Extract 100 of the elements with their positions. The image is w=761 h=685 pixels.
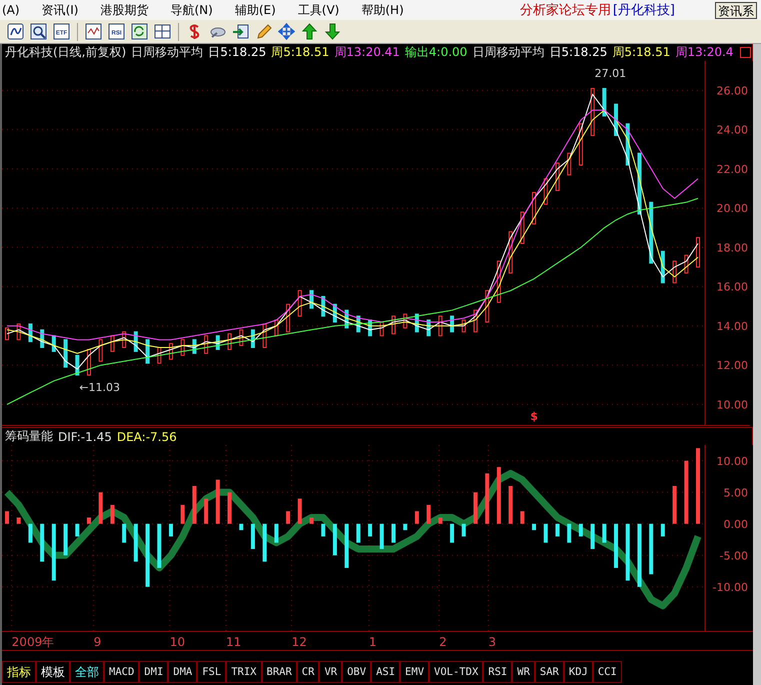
candlestick [380,322,384,336]
candlestick [332,304,337,322]
toolbar-button[interactable] [277,22,296,41]
candlestick [204,335,208,354]
indicator-tab[interactable]: ASI [371,661,400,683]
candlestick [532,192,536,224]
indicator-tab[interactable]: 全部 [70,661,104,683]
candlestick [496,260,501,303]
candlestick [134,331,138,352]
indicator-tab[interactable]: 模板 [36,661,70,683]
toolbar-button[interactable] [323,22,342,41]
toolbar-button[interactable] [84,22,103,41]
candlestick [660,250,665,284]
legend-text: 周5:18.51 [612,44,670,61]
candlestick [520,212,524,244]
candlestick [286,304,290,332]
legend-text: 日周移动平均 [472,44,544,61]
menu-item[interactable]: (A) [0,3,30,17]
indicator-tab[interactable]: VR [319,661,342,683]
indicator-tab[interactable]: FSL [197,661,226,683]
indicator-tab[interactable]: WR [512,661,535,683]
refresh-icon [131,23,148,40]
toolbar-button[interactable] [231,22,250,41]
candlestick [344,310,349,328]
axis-label: 10.00 [716,398,748,412]
candlestick [649,202,654,264]
indicator-tab[interactable]: KDJ [564,661,593,683]
legend-text: 日5:18.25 [208,44,266,61]
date-label: 2 [439,635,447,649]
scrollbar[interactable] [753,44,761,685]
indicator-tab[interactable]: CCI [592,661,622,683]
legend-text: 日5:18.25 [549,44,608,61]
candlestick [590,88,595,136]
menu-item[interactable]: 工具(V) [296,2,350,18]
candlestick [5,327,9,340]
indicator-tab[interactable]: TRIX [226,661,262,683]
axis-label: 18.00 [716,241,748,254]
candlestick [40,329,44,348]
candlestick [180,339,185,356]
candlestick [157,347,162,364]
date-label: 10 [170,635,186,649]
indicator-tab[interactable]: RSI [483,661,512,683]
axis-label: -10.00 [712,580,748,594]
indicator-tab[interactable]: MACD [104,661,140,683]
info-button[interactable]: 资讯系 [715,2,757,18]
menu-item[interactable]: 资讯(I) [40,2,88,18]
candlestick [28,323,32,342]
indicator-tab[interactable]: BRAR [262,661,297,683]
grid-icon [154,23,171,40]
indicator-tab[interactable]: SAR [534,661,564,683]
toolbar-button[interactable] [153,22,172,41]
axis-label: 14.00 [716,320,748,333]
candlestick [672,260,677,284]
candlestick [274,320,278,336]
legend-text: 丹化科技(日线,前复权) [5,44,126,61]
date-label: 12 [292,635,307,649]
menu-item[interactable]: 帮助(H) [359,2,414,18]
candlestick [216,335,220,350]
square-icon [740,47,752,58]
indicator-tab[interactable]: CR [296,661,320,683]
indicator-tab[interactable]: 指标 [2,661,36,683]
indicator-tab[interactable]: OBV [342,661,372,683]
menu-item[interactable]: 港股期货 [98,2,158,18]
axis-label: 12.00 [716,359,748,372]
menu-item[interactable]: 辅助(E) [232,2,286,18]
toolbar-button[interactable] [6,22,25,41]
candlestick [637,152,642,215]
indicator-tab[interactable]: DMI [139,661,168,683]
candlestick [403,314,408,328]
menu-item[interactable]: 导航(N) [168,2,223,18]
legend-text: 周13:20.4 [675,44,734,61]
toolbar-button[interactable] [300,22,319,41]
legend-text: DEA:-7.56 [116,430,177,444]
app-title: 分析家论坛专用 [520,2,611,19]
candlestick [310,290,314,309]
candlestick [602,88,606,116]
legend-text: 日周移动平均 [131,44,204,61]
candlestick [414,314,419,332]
axis-label: 26.00 [716,84,748,98]
date-label: 3 [488,635,496,649]
toolbar-button[interactable] [130,22,149,41]
toolbar-button[interactable] [29,22,48,41]
candlestick [426,320,431,336]
candlestick [578,123,583,166]
candlestick [508,231,513,274]
up-arrow-icon [301,23,318,40]
candlestick [696,237,700,268]
indicator-tab[interactable]: EMV [400,661,430,683]
candlestick [122,331,126,348]
candlestick [473,310,478,332]
date-label: 9 [94,635,102,649]
price-annotation: 27.01 [594,66,626,80]
axis-label: 20.00 [716,202,748,216]
indicator-tab[interactable]: DMA [168,661,198,683]
signal-mark: $ [530,410,538,423]
axis-label: 24.00 [716,124,748,137]
candlestick [626,123,630,166]
indicator-tab[interactable]: VOL-TDX [429,661,484,683]
down-arrow-icon [324,23,341,40]
candlestick [567,152,572,176]
